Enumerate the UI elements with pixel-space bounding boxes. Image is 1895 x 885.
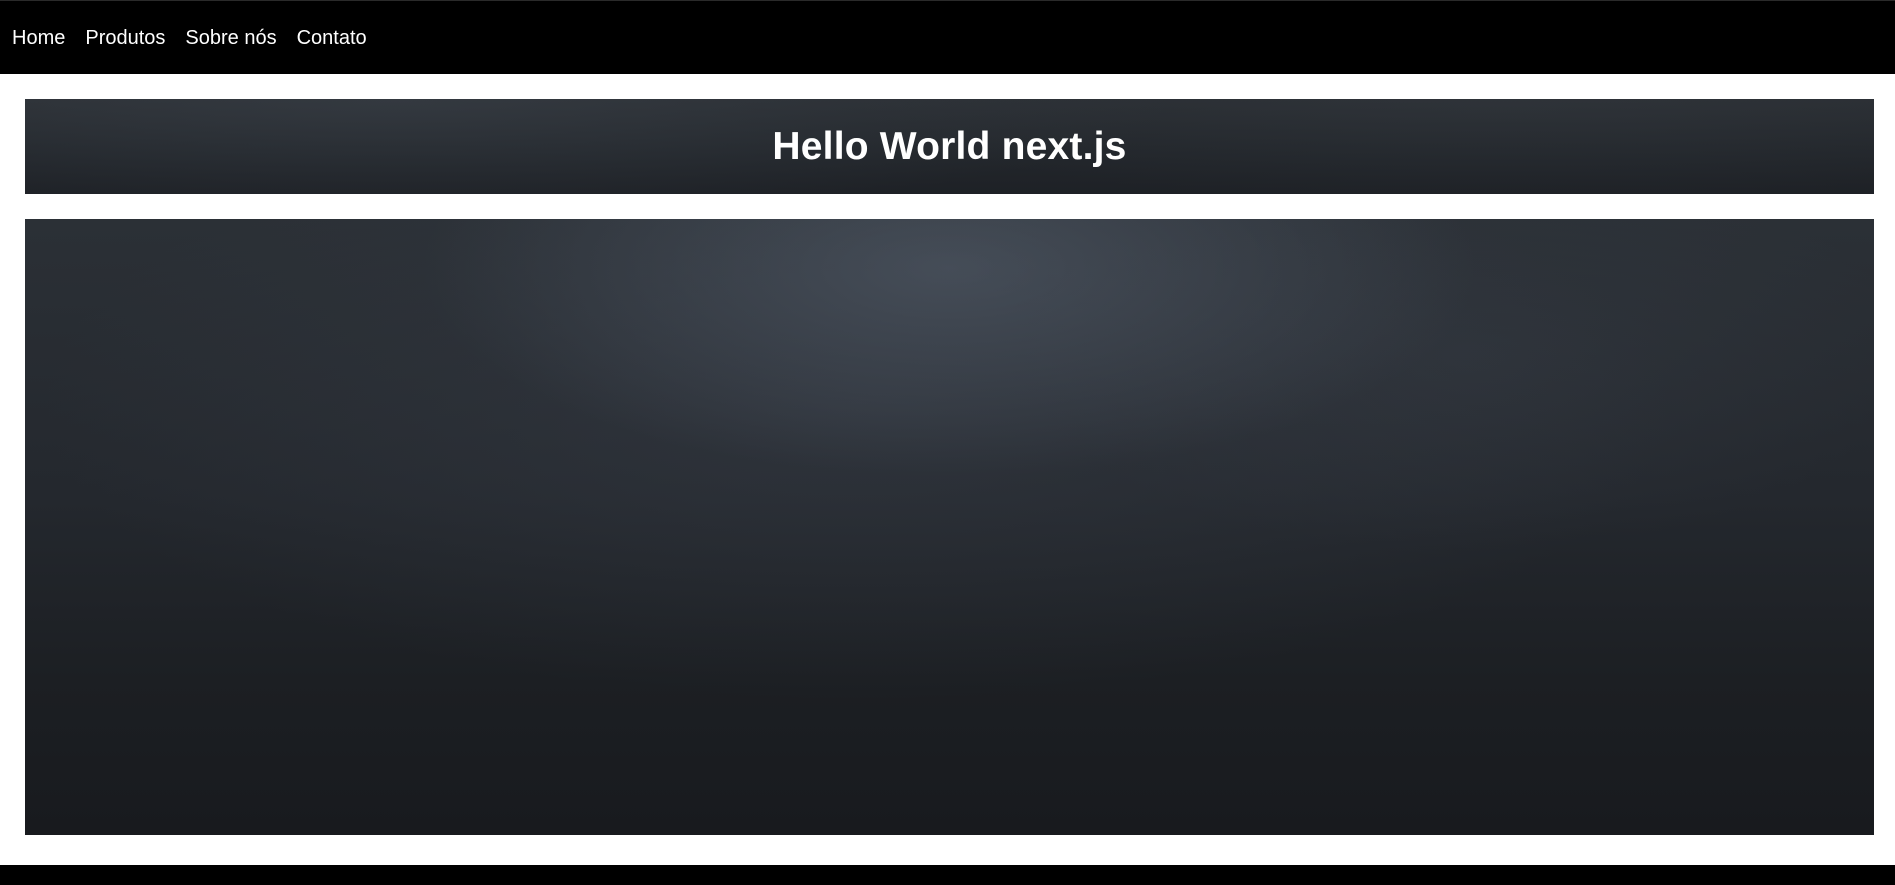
- nav-link-home[interactable]: Home: [12, 28, 65, 48]
- hero-image-panel: [25, 219, 1874, 835]
- top-navbar: Home Produtos Sobre nós Contato: [0, 0, 1895, 74]
- nav-link-contato[interactable]: Contato: [297, 28, 367, 48]
- page-title: Hello World next.js: [772, 124, 1127, 168]
- title-banner: Hello World next.js: [25, 99, 1874, 194]
- nav-link-produtos[interactable]: Produtos: [85, 28, 165, 48]
- footer-bar: [0, 865, 1895, 885]
- nav-link-sobre-nos[interactable]: Sobre nós: [185, 28, 276, 48]
